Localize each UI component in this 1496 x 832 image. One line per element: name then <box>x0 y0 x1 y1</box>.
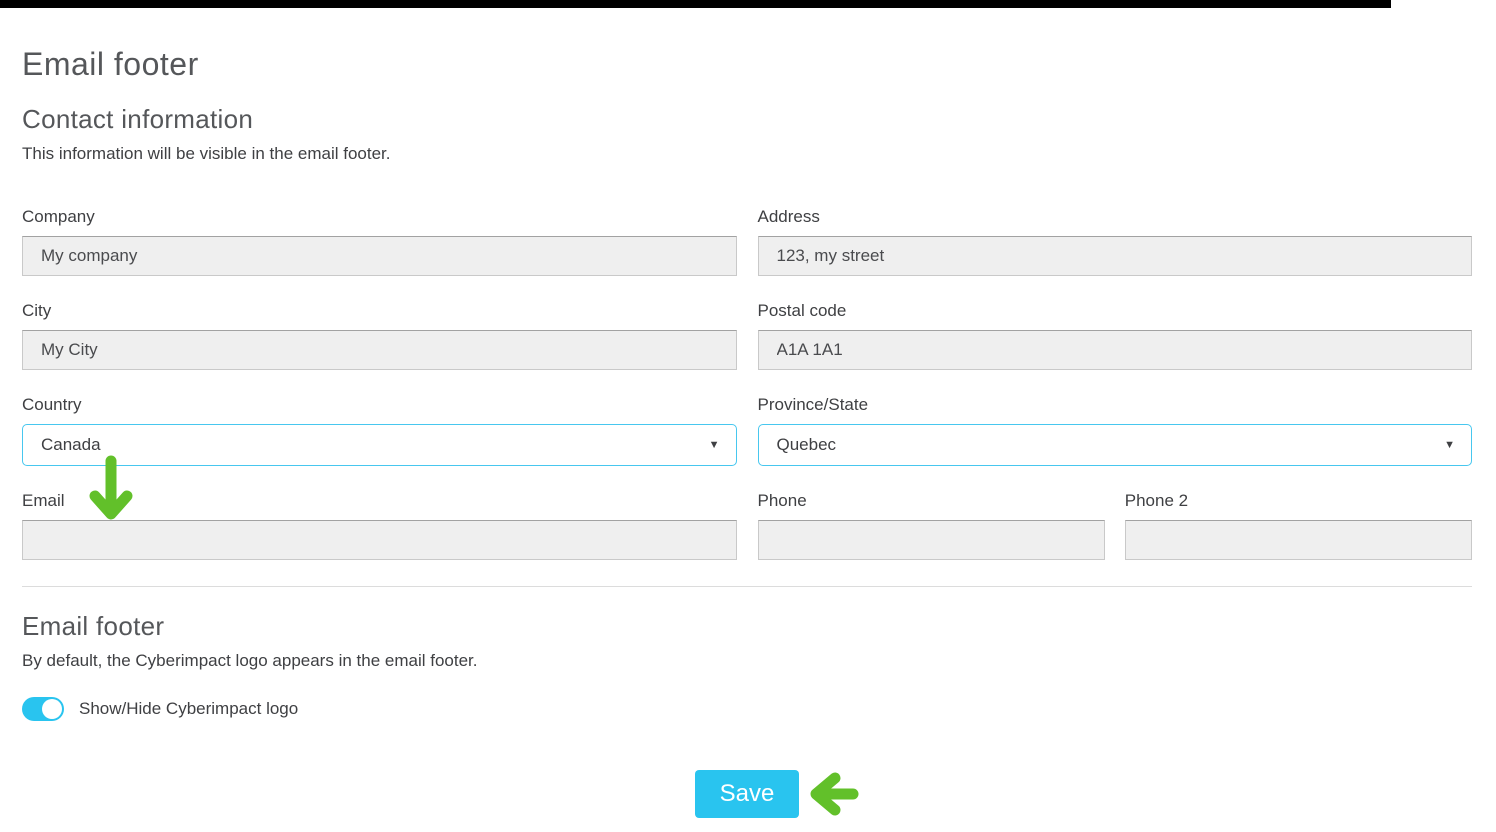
page-title: Email footer <box>22 46 1472 83</box>
section-divider <box>22 586 1472 587</box>
company-label: Company <box>22 207 737 227</box>
phone-pair-group: Phone Phone 2 <box>758 491 1473 560</box>
phone2-label: Phone 2 <box>1125 491 1472 511</box>
postal-code-label: Postal code <box>758 301 1473 321</box>
toggle-knob <box>42 699 62 719</box>
form-row-email-phones: Email Phone Phone 2 <box>22 491 1472 560</box>
save-row: Save <box>22 770 1472 818</box>
email-footer-settings-page: Email footer Contact information This in… <box>0 8 1496 818</box>
phone-field-group: Phone <box>758 491 1105 560</box>
phone2-field-group: Phone 2 <box>1125 491 1472 560</box>
email-footer-section-heading: Email footer <box>22 611 1472 642</box>
form-row-city-postal: City Postal code <box>22 301 1472 370</box>
green-left-arrow-icon <box>807 772 859 821</box>
chevron-down-icon: ▼ <box>709 440 720 451</box>
email-footer-section-description: By default, the Cyberimpact logo appears… <box>22 651 1472 671</box>
province-field-group: Province/State Quebec ▼ <box>758 395 1473 466</box>
contact-section-heading: Contact information <box>22 104 1472 135</box>
company-input[interactable] <box>22 236 737 276</box>
email-footer-section: Email footer By default, the Cyberimpact… <box>22 611 1472 721</box>
contact-information-section: Contact information This information wil… <box>22 104 1472 560</box>
province-select[interactable]: Quebec ▼ <box>758 424 1473 466</box>
phone-label: Phone <box>758 491 1105 511</box>
province-label: Province/State <box>758 395 1473 415</box>
company-field-group: Company <box>22 207 737 276</box>
address-field-group: Address <box>758 207 1473 276</box>
contact-section-description: This information will be visible in the … <box>22 144 1472 164</box>
postal-code-field-group: Postal code <box>758 301 1473 370</box>
city-input[interactable] <box>22 330 737 370</box>
postal-code-input[interactable] <box>758 330 1473 370</box>
window-top-bar <box>0 0 1391 8</box>
country-label: Country <box>22 395 737 415</box>
city-label: City <box>22 301 737 321</box>
address-input[interactable] <box>758 236 1473 276</box>
phone-input[interactable] <box>758 520 1105 560</box>
show-hide-logo-toggle[interactable] <box>22 697 64 721</box>
chevron-down-icon: ▼ <box>1444 440 1455 451</box>
province-select-value: Quebec <box>777 435 837 455</box>
form-row-country-province: Country Canada ▼ Province/State Quebec ▼ <box>22 395 1472 466</box>
save-button[interactable]: Save <box>695 770 799 818</box>
green-down-arrow-icon <box>88 452 134 529</box>
logo-toggle-row: Show/Hide Cyberimpact logo <box>22 697 1472 721</box>
address-label: Address <box>758 207 1473 227</box>
contact-form: Company Address City Postal code <box>22 207 1472 560</box>
form-row-company-address: Company Address <box>22 207 1472 276</box>
logo-toggle-label: Show/Hide Cyberimpact logo <box>79 699 298 719</box>
phone2-input[interactable] <box>1125 520 1472 560</box>
city-field-group: City <box>22 301 737 370</box>
